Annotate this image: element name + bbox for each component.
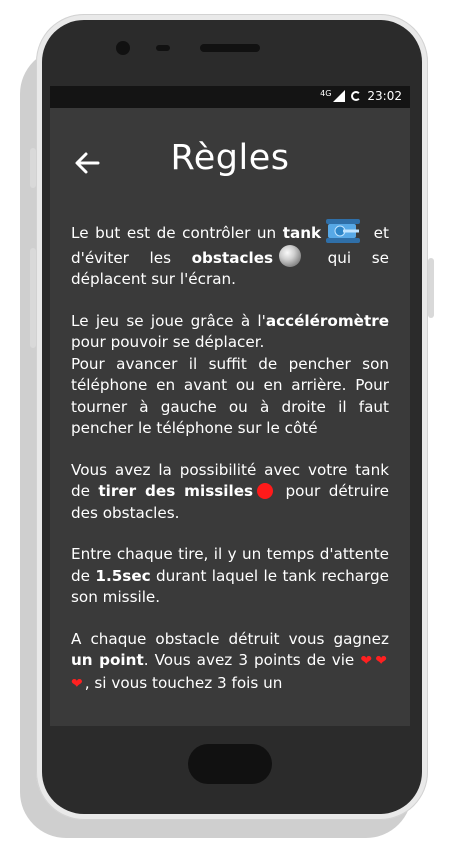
- front-camera: [116, 41, 130, 55]
- earpiece-speaker: [200, 44, 260, 52]
- rule-keyword-tank: tank: [282, 224, 322, 242]
- rule-paragraph-controls: Le jeu se joue grâce à l'accéléromètre p…: [71, 311, 389, 440]
- home-button[interactable]: [188, 744, 272, 784]
- rule-text: pour pouvoir se déplacer.: [71, 333, 265, 351]
- obstacle-ball-icon: [279, 244, 302, 267]
- rule-paragraph-points: A chaque obstacle détruit vous gagnez un…: [71, 629, 389, 696]
- rule-paragraph-reload: Entre chaque tire, il y un temps d'atten…: [71, 544, 389, 609]
- rule-text: A chaque obstacle détruit vous gagnez: [71, 629, 389, 648]
- phone-screen: 4G 23:02 Règles Le but est de contrôler …: [50, 86, 410, 726]
- phone-side-button-right: [428, 258, 434, 318]
- phone-side-button-left-bottom: [30, 248, 36, 348]
- rule-text: , si vous touchez 3 fois un: [84, 673, 283, 692]
- page-title: Règles: [170, 138, 290, 178]
- rule-keyword-accelerometer: accéléromètre: [265, 311, 389, 330]
- rule-keyword-missiles: tirer des missiles: [98, 482, 254, 500]
- rule-keyword-obstacles: obstacles: [191, 248, 274, 267]
- tank-icon: [326, 219, 361, 243]
- phone-side-button-left-top: [30, 148, 36, 188]
- rule-keyword-point: un point: [71, 651, 144, 669]
- clock: 23:02: [367, 89, 402, 103]
- status-bar: 4G 23:02: [50, 86, 410, 108]
- rule-paragraph-missiles: Vous avez la possibilité avec votre tank…: [71, 460, 389, 525]
- signal-icon: [333, 90, 346, 102]
- rule-text: Le but est de contrôler un: [71, 224, 283, 242]
- sync-icon: [351, 91, 362, 101]
- missile-dot-icon: [257, 483, 274, 499]
- network-type: 4G: [320, 88, 332, 98]
- rule-text: Le jeu se joue grâce à l': [71, 311, 266, 330]
- rule-text: Pour avancer il suffit de pencher son té…: [71, 354, 389, 438]
- proximity-sensor: [156, 45, 170, 51]
- rules-text: Le but est de contrôler un tank et d'évi…: [71, 218, 389, 715]
- rule-paragraph-goal: Le but est de contrôler un tank et d'évi…: [71, 218, 389, 291]
- rule-text: . Vous avez 3 points de vie: [143, 651, 355, 669]
- status-icons: 4G 23:02: [320, 88, 402, 104]
- rule-keyword-time: 1.5sec: [95, 566, 151, 585]
